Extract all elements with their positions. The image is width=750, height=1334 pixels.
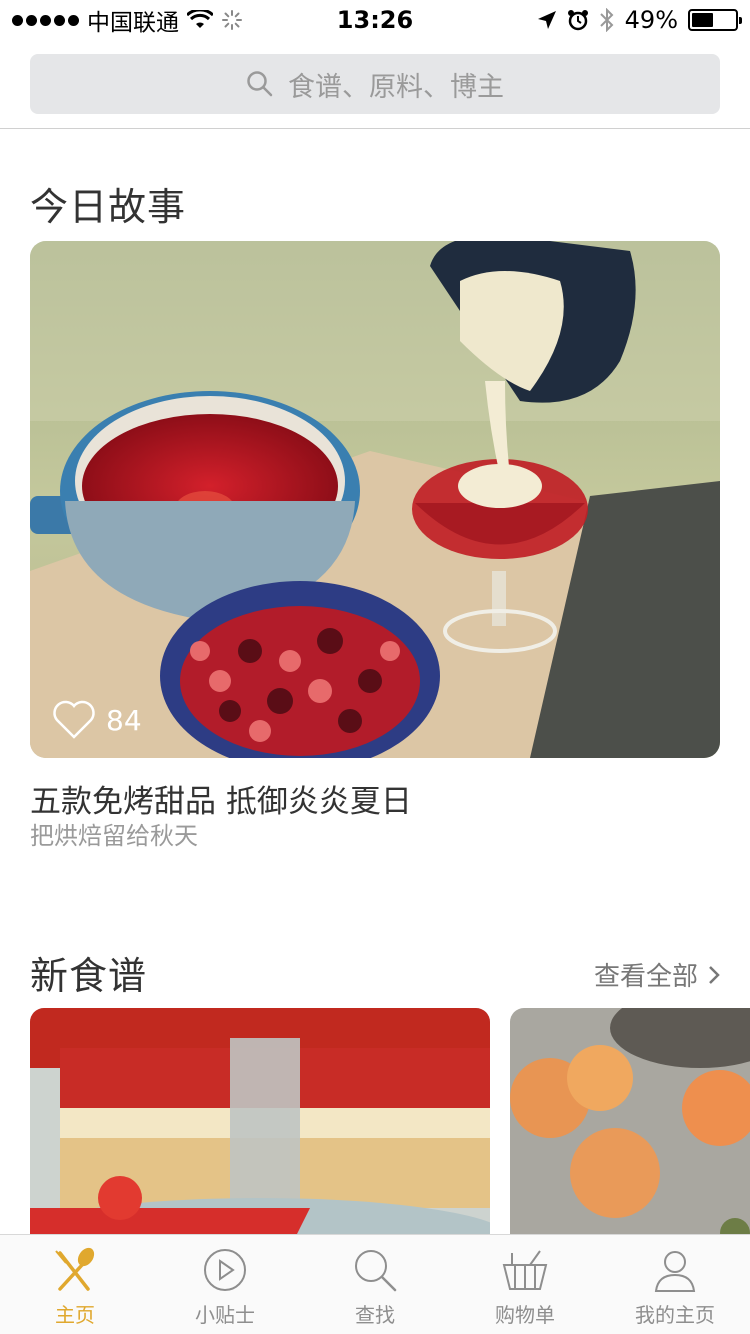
user-icon	[654, 1251, 696, 1292]
battery-level	[692, 13, 713, 27]
carrier-name: 中国联通	[87, 10, 179, 36]
search-icon	[355, 1250, 397, 1292]
location-arrow-icon	[537, 11, 556, 29]
alarm-icon	[567, 10, 588, 31]
recipe-photo-1	[30, 1008, 490, 1248]
tab-home-label: 主页	[55, 1303, 95, 1327]
tab-search-label: 查找	[355, 1303, 395, 1327]
tab-tips[interactable]: 小贴士	[150, 1235, 300, 1334]
see-all-label: 查看全部	[593, 962, 698, 992]
tab-tips-label: 小贴士	[195, 1303, 255, 1327]
tab-shopping-list[interactable]: 购物单	[450, 1235, 600, 1334]
tab-profile-label: 我的主页	[635, 1303, 715, 1327]
chevron-right-icon	[709, 965, 720, 984]
bluetooth-icon	[599, 8, 614, 32]
new-recipes-heading: 新食谱	[30, 954, 148, 998]
search-icon	[247, 71, 273, 97]
status-left: 中国联通	[12, 3, 312, 37]
recipe-card-1[interactable]	[30, 1008, 490, 1248]
search-placeholder: 食谱、原料、博主	[288, 71, 504, 103]
fork-spoon-icon	[55, 1247, 95, 1291]
battery-icon	[688, 9, 742, 31]
today-story-heading: 今日故事	[30, 185, 187, 229]
story-card-image[interactable]: 84	[30, 241, 720, 758]
tab-profile[interactable]: 我的主页	[600, 1235, 750, 1334]
loading-spinner-icon	[222, 10, 242, 30]
story-photo	[30, 241, 720, 758]
tab-bar: 主页 小贴士 查找 购物单 我的主页	[0, 1234, 750, 1334]
recipe-photo-2	[510, 1008, 750, 1248]
battery-percent: 49%	[624, 6, 678, 34]
tab-search[interactable]: 查找	[300, 1235, 450, 1334]
basket-icon	[502, 1250, 548, 1290]
status-right: 49%	[537, 6, 742, 34]
see-all-link[interactable]: 查看全部	[594, 956, 720, 993]
tab-home[interactable]: 主页	[0, 1235, 150, 1334]
like-counter[interactable]: 84	[52, 700, 142, 740]
heart-icon	[53, 700, 95, 739]
wifi-icon	[187, 10, 213, 28]
recipe-card-2[interactable]	[510, 1008, 750, 1248]
signal-strength-icon	[12, 14, 79, 26]
story-title[interactable]: 五款免烤甜品 抵御炎炎夏日	[30, 776, 412, 821]
header-divider	[0, 128, 750, 129]
search-bar[interactable]: 食谱、原料、博主	[30, 54, 720, 114]
play-circle-icon	[204, 1249, 246, 1291]
like-count: 84	[106, 703, 142, 737]
story-subtitle: 把烘焙留给秋天	[30, 822, 198, 850]
tab-shopping-list-label: 购物单	[495, 1303, 555, 1327]
status-bar: 中国联通 13:26 49%	[0, 0, 750, 40]
